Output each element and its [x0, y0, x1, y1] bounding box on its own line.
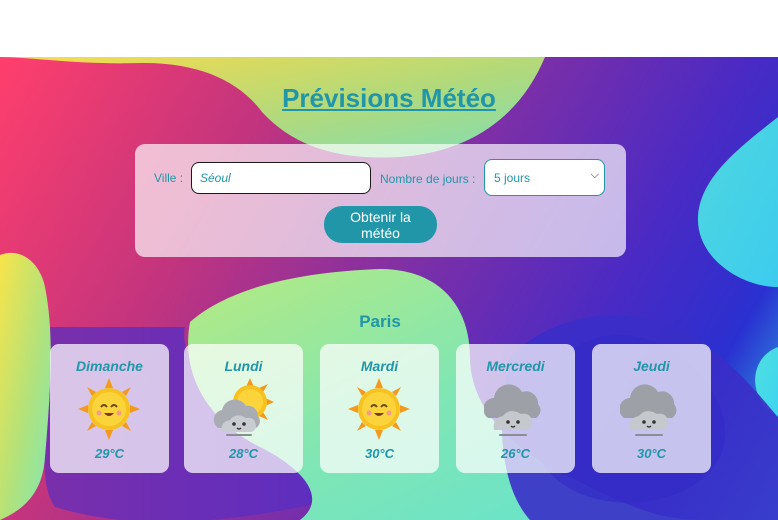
city-label: Ville :	[154, 171, 184, 185]
days-label: Nombre de jours :	[380, 172, 476, 186]
days-select-value: 5 jours	[494, 171, 531, 185]
result-city: Paris	[359, 312, 401, 331]
forecast-temp: 28°C	[228, 446, 259, 461]
background-stage: Prévisions Météo Ville : Nombre de jours…	[0, 57, 778, 520]
search-form: Ville : Nombre de jours : 5 jours ⌵ Obte…	[135, 144, 626, 257]
forecast-day: Dimanche	[76, 358, 143, 374]
get-weather-button[interactable]: Obtenir la météo	[324, 206, 437, 243]
forecast-day: Mercredi	[486, 358, 545, 374]
forecast-temp: 30°C	[364, 446, 395, 461]
forecast-card: Lundi 28°C	[184, 344, 303, 473]
cloud-icon	[484, 384, 541, 436]
forecast-card: Mercredi 26°C	[456, 344, 575, 473]
forecast-card: Jeudi 30°C	[592, 344, 711, 473]
page-title: Prévisions Météo	[282, 83, 496, 113]
cloud-icon	[620, 384, 677, 436]
sun-icon	[348, 378, 410, 440]
forecast-card: Mardi 30°C	[320, 344, 439, 473]
forecast-day: Jeudi	[633, 358, 670, 374]
forecast-temp: 29°C	[94, 446, 125, 461]
forecast-day: Lundi	[224, 358, 263, 374]
forecast-day: Mardi	[360, 358, 399, 374]
city-input[interactable]	[191, 162, 371, 194]
forecast-card: Dimanche 29°C	[50, 344, 169, 473]
sun-icon	[78, 378, 140, 440]
forecast-temp: 30°C	[636, 446, 667, 461]
chevron-down-icon: ⌵	[590, 169, 599, 181]
forecast-temp: 26°C	[500, 446, 531, 461]
cloud-sun-icon	[213, 378, 274, 436]
days-select[interactable]: 5 jours ⌵	[484, 159, 605, 196]
